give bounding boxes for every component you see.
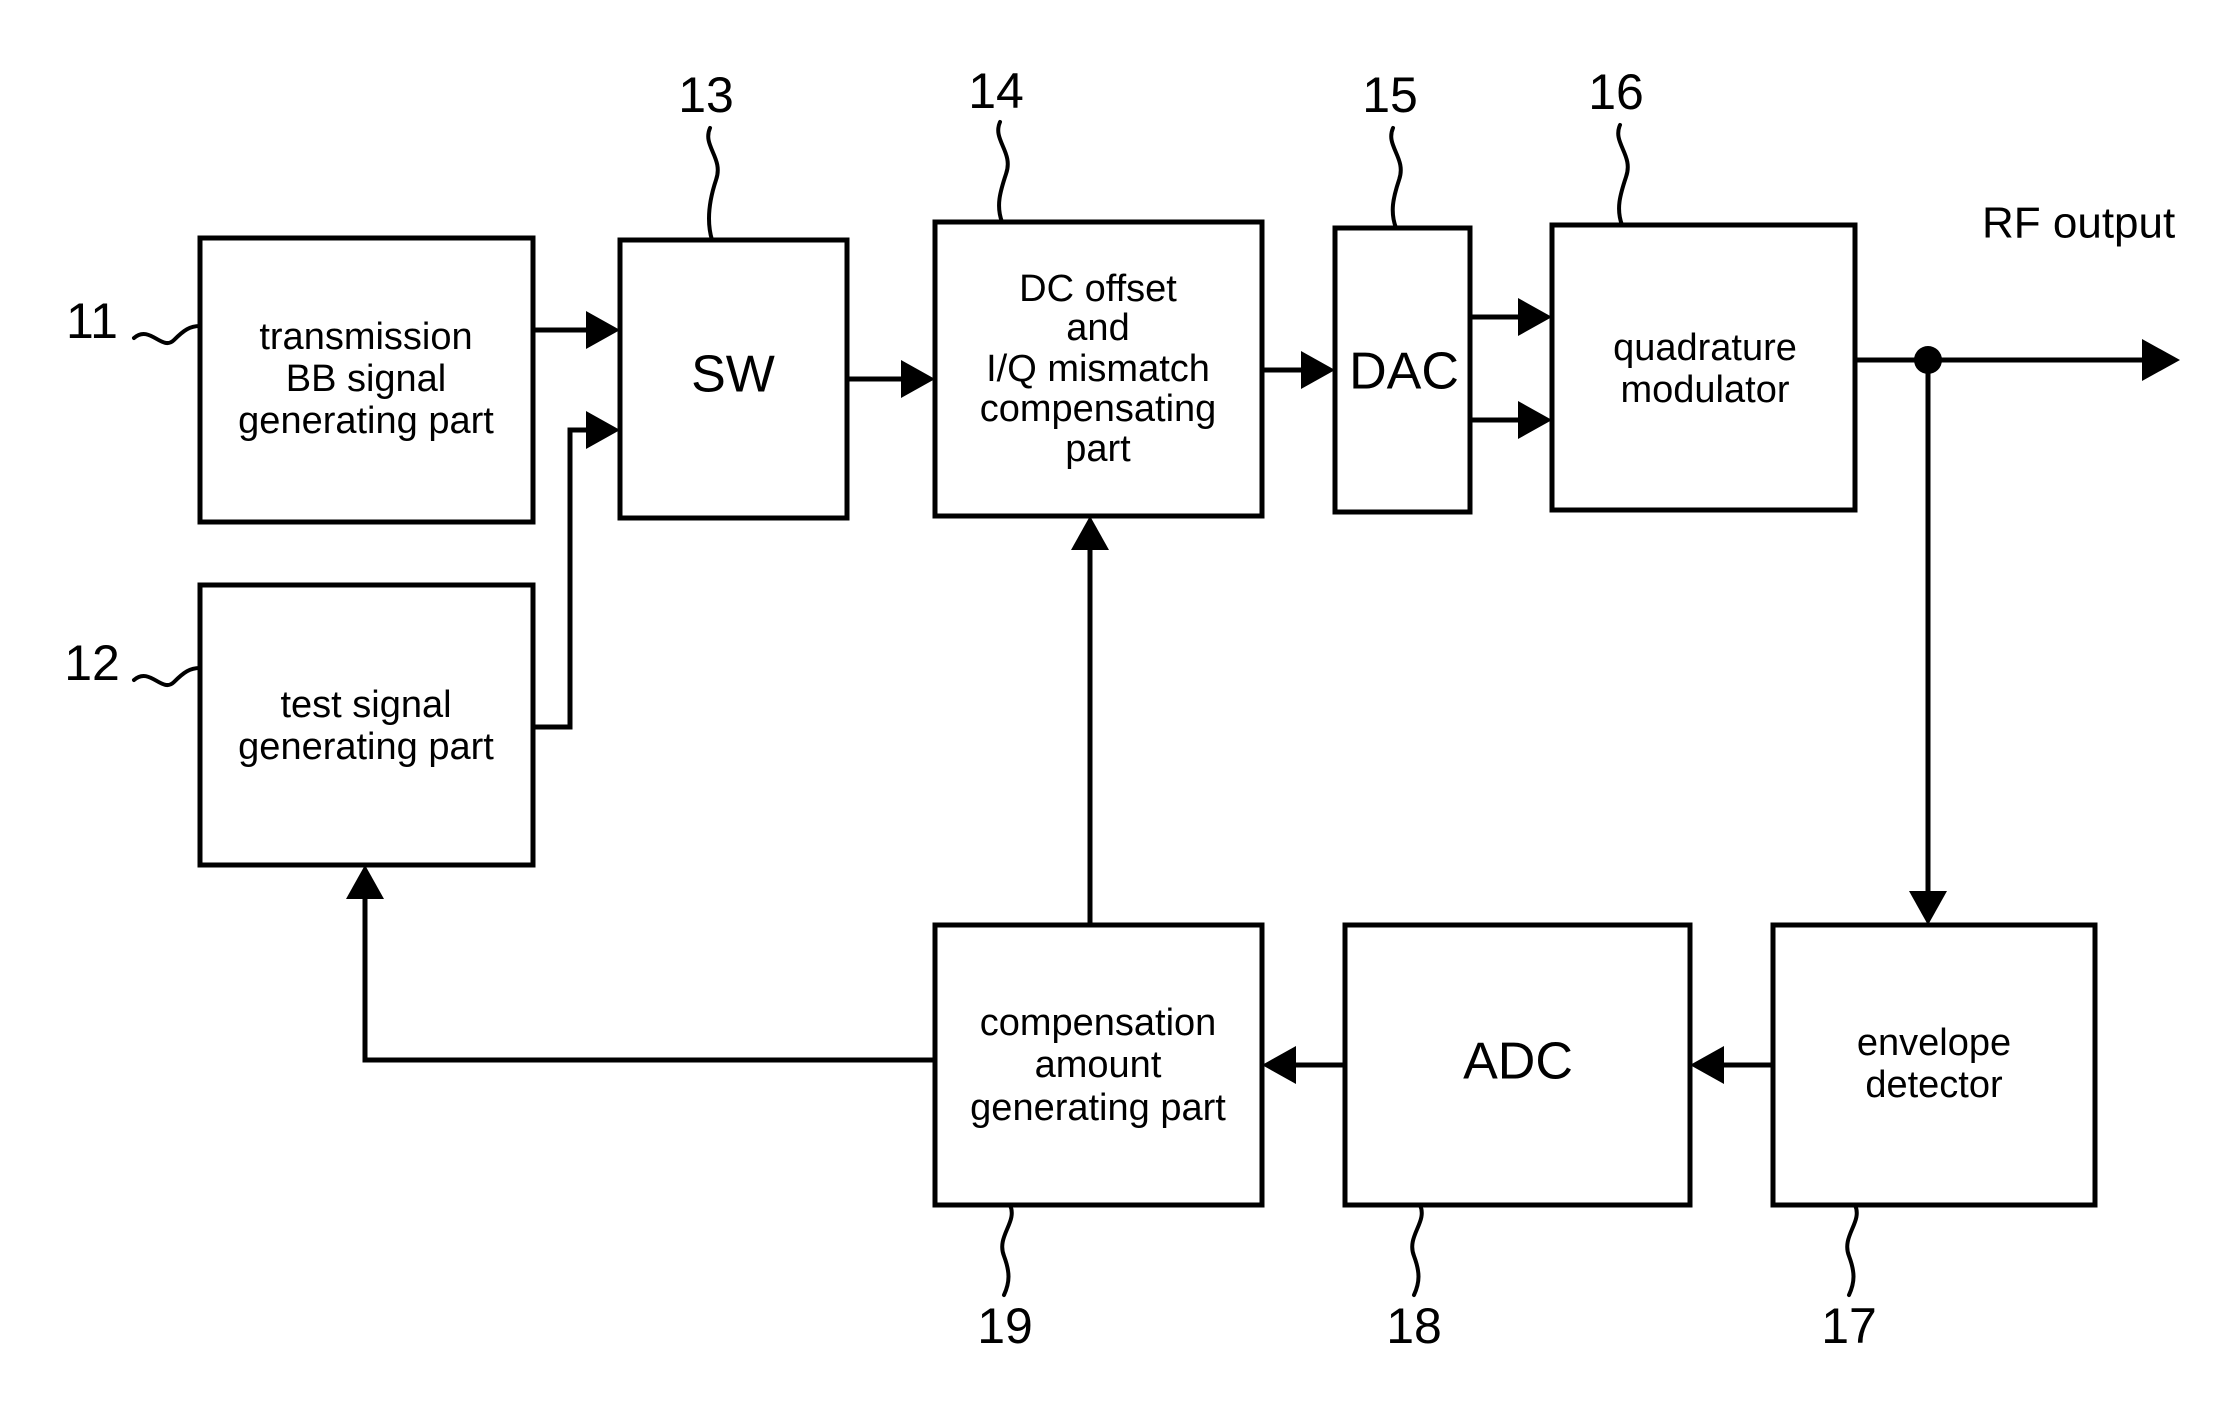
arrowhead-sw-to-dcoffset bbox=[901, 360, 935, 398]
block-transmission-bb-line-1: transmission bbox=[259, 316, 472, 358]
block-envelope-detector-line-2: detector bbox=[1865, 1064, 2003, 1106]
ref-number-13: 13 bbox=[678, 67, 734, 123]
arrowhead-compensation-to-dcoffset bbox=[1071, 516, 1109, 550]
ref-number-12: 12 bbox=[64, 635, 120, 691]
ref-lead-14 bbox=[996, 120, 1010, 224]
arrowhead-adc-to-compensation bbox=[1262, 1046, 1296, 1084]
block-envelope-detector: envelope detector bbox=[1770, 922, 2098, 1208]
ref-lead-19 bbox=[1000, 1203, 1014, 1297]
arrowhead-envelope-to-adc bbox=[1690, 1046, 1724, 1084]
block-dc-offset-line-2: and bbox=[1066, 307, 1129, 349]
block-sw-label: SW bbox=[691, 346, 775, 404]
ref-lead-11 bbox=[132, 324, 202, 345]
block-quadrature-modulator-line-1: quadrature bbox=[1613, 327, 1797, 369]
ref-number-18: 18 bbox=[1386, 1298, 1442, 1354]
block-sw: SW bbox=[617, 237, 850, 521]
wire-dac-to-qmod-i bbox=[1470, 298, 1552, 336]
block-dc-offset-line-3: I/Q mismatch bbox=[986, 348, 1210, 390]
block-adc: ADC bbox=[1342, 922, 1693, 1208]
block-dac: DAC bbox=[1332, 225, 1473, 515]
ref-number-14: 14 bbox=[968, 63, 1024, 119]
arrowhead-test-to-sw bbox=[586, 411, 620, 449]
block-compensation-amount: compensation amount generating part bbox=[932, 922, 1265, 1208]
block-transmission-bb: transmission BB signal generating part bbox=[197, 235, 536, 525]
ref-number-17: 17 bbox=[1821, 1298, 1877, 1354]
wire-qmod-to-rf-output bbox=[1855, 339, 2180, 381]
block-dac-label: DAC bbox=[1349, 343, 1459, 401]
wire-rf-tap-to-envelope bbox=[1909, 360, 1947, 925]
block-compensation-amount-line-1: compensation bbox=[980, 1002, 1217, 1044]
wire-bb-to-sw bbox=[533, 311, 620, 349]
block-test-signal: test signal generating part bbox=[197, 582, 536, 868]
rf-output-label: RF output bbox=[1982, 199, 2175, 248]
wire-sw-to-dcoffset bbox=[847, 360, 935, 398]
arrowhead-rf-output bbox=[2142, 339, 2180, 381]
ref-number-11: 11 bbox=[66, 293, 118, 349]
arrowhead-dcoffset-to-dac bbox=[1301, 351, 1335, 389]
ref-lead-18 bbox=[1410, 1203, 1424, 1297]
ref-lead-16 bbox=[1616, 123, 1630, 227]
arrowhead-compensation-to-test-signal bbox=[346, 865, 384, 899]
ref-lead-15 bbox=[1389, 126, 1403, 230]
block-compensation-amount-line-3: generating part bbox=[970, 1087, 1226, 1129]
block-quadrature-modulator: quadrature modulator bbox=[1549, 222, 1858, 513]
ref-lead-17 bbox=[1845, 1203, 1859, 1297]
wire-dac-to-qmod-q bbox=[1470, 401, 1552, 439]
ref-number-16: 16 bbox=[1588, 64, 1644, 120]
wire-dcoffset-to-dac bbox=[1262, 351, 1335, 389]
block-diagram-figure: transmission BB signal generating part 1… bbox=[0, 0, 2229, 1406]
arrowhead-rf-tap-to-envelope bbox=[1909, 891, 1947, 925]
block-dc-offset-line-1: DC offset bbox=[1019, 268, 1177, 310]
block-transmission-bb-line-2: BB signal bbox=[286, 358, 447, 400]
block-adc-label: ADC bbox=[1463, 1033, 1573, 1091]
ref-lead-13 bbox=[706, 126, 720, 242]
wire-adc-to-compensation bbox=[1262, 1046, 1345, 1084]
block-test-signal-line-2: generating part bbox=[238, 726, 494, 768]
arrowhead-dac-to-qmod-i bbox=[1518, 298, 1552, 336]
wire-envelope-to-adc bbox=[1690, 1046, 1773, 1084]
ref-lead-12 bbox=[132, 666, 202, 687]
block-dc-offset-line-5: part bbox=[1065, 428, 1131, 470]
ref-number-19: 19 bbox=[977, 1298, 1033, 1354]
arrowhead-dac-to-qmod-q bbox=[1518, 401, 1552, 439]
wire-test-to-sw bbox=[533, 411, 620, 730]
wire-compensation-to-test-signal bbox=[346, 865, 935, 1063]
block-dc-offset-line-4: compensating bbox=[980, 388, 1217, 430]
arrowhead-bb-to-sw bbox=[586, 311, 620, 349]
block-transmission-bb-line-3: generating part bbox=[238, 400, 494, 442]
block-dc-offset: DC offset and I/Q mismatch compensating … bbox=[932, 219, 1265, 519]
block-quadrature-modulator-line-2: modulator bbox=[1621, 369, 1790, 411]
ref-number-15: 15 bbox=[1362, 67, 1418, 123]
block-envelope-detector-line-1: envelope bbox=[1857, 1022, 2011, 1064]
diagram-canvas: transmission BB signal generating part 1… bbox=[64, 63, 2180, 1354]
block-test-signal-line-1: test signal bbox=[280, 684, 451, 726]
wire-compensation-to-dcoffset bbox=[1071, 516, 1109, 925]
block-compensation-amount-line-2: amount bbox=[1035, 1044, 1162, 1086]
